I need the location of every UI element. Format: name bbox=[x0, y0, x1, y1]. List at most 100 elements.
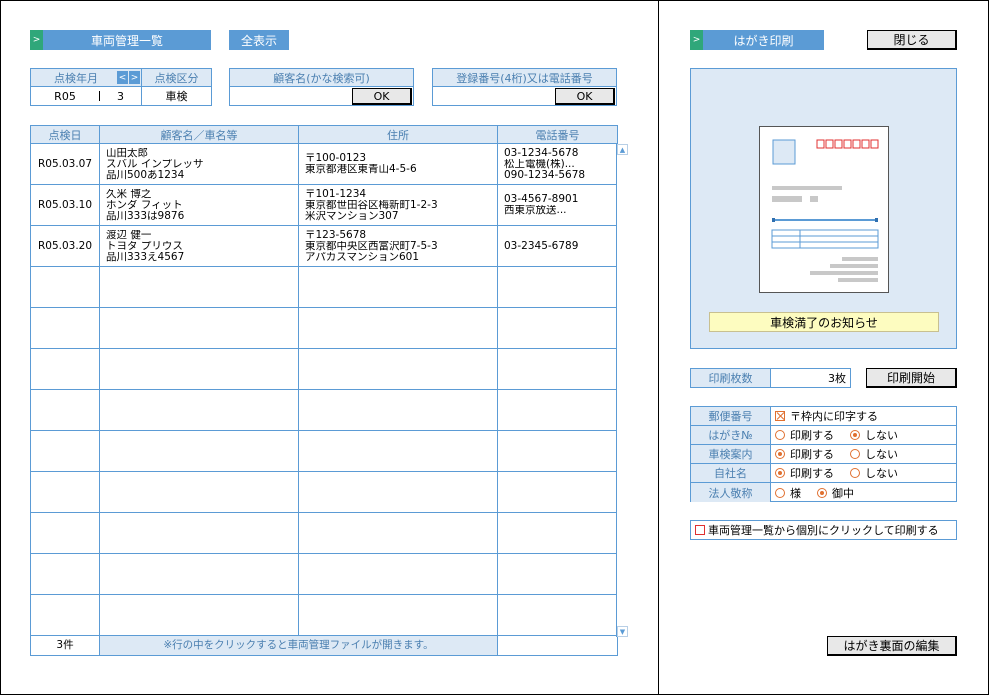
option-choice[interactable]: 御中 bbox=[832, 485, 854, 501]
empty-cell bbox=[30, 594, 100, 636]
option-choice[interactable]: 印刷する bbox=[790, 465, 834, 481]
registration-ok-button[interactable]: OK bbox=[555, 88, 615, 105]
empty-cell bbox=[497, 389, 618, 431]
table-row-empty[interactable] bbox=[30, 430, 618, 472]
era-value[interactable]: R05 bbox=[31, 87, 99, 105]
row-name-line: ホンダ フィット bbox=[106, 199, 183, 211]
empty-cell bbox=[497, 307, 618, 349]
registration-label: 登録番号(4桁)又は電話番号 bbox=[433, 69, 616, 87]
date-filter: 点検年月 < > 点検区分 R05 3 車検 bbox=[30, 68, 212, 106]
postcard-image bbox=[759, 126, 889, 293]
customer-ok-button[interactable]: OK bbox=[352, 88, 412, 105]
checkbox-icon[interactable] bbox=[695, 525, 705, 535]
table-row-empty[interactable] bbox=[30, 389, 618, 431]
row-name-line: 品川333は9876 bbox=[106, 210, 185, 222]
empty-cell bbox=[30, 389, 100, 431]
category-value[interactable]: 車検 bbox=[142, 87, 211, 105]
table-row-empty[interactable] bbox=[30, 512, 618, 554]
col-header-name: 顧客名／車名等 bbox=[99, 125, 299, 144]
empty-cell bbox=[30, 430, 100, 472]
radio-icon[interactable] bbox=[775, 430, 785, 440]
chevron-right-icon[interactable]: > bbox=[129, 71, 140, 84]
table-row[interactable]: R05.03.10 久米 博之 ホンダ フィット 品川333は9876 〒101-123… bbox=[30, 184, 618, 226]
option-choice[interactable]: 様 bbox=[790, 485, 801, 501]
col-header-address: 住所 bbox=[298, 125, 498, 144]
table-row-empty[interactable] bbox=[30, 348, 618, 390]
radio-icon[interactable] bbox=[850, 449, 860, 459]
vehicle-table: 点検日 顧客名／車名等 住所 電話番号 R05.03.07 山田太郎 スバル インプ… bbox=[30, 125, 618, 656]
row-name-line: 渡辺 健一 bbox=[106, 229, 152, 241]
table-row[interactable]: R05.03.20 渡辺 健一 トヨタ プリウス 品川333え4567 〒123-567… bbox=[30, 225, 618, 267]
close-button[interactable]: 閉じる bbox=[867, 30, 957, 50]
empty-cell bbox=[30, 512, 100, 554]
table-footer-row: 3件 ※行の中をクリックすると車両管理ファイルが開きます。 bbox=[30, 635, 618, 656]
col-header-date: 点検日 bbox=[30, 125, 100, 144]
row-phone-line: 03-4567-8901 bbox=[504, 194, 579, 205]
option-choice[interactable]: しない bbox=[865, 427, 898, 443]
month-value[interactable]: 3 bbox=[100, 87, 142, 105]
row-address-line: 東京都世田谷区梅新町1-2-3 bbox=[305, 199, 438, 211]
radio-icon[interactable] bbox=[775, 487, 785, 498]
radio-icon[interactable] bbox=[850, 430, 860, 440]
row-phone-line: 03-2345-6789 bbox=[504, 240, 579, 252]
edit-back-button[interactable]: はがき裏面の編集 bbox=[827, 636, 957, 656]
table-row-empty[interactable] bbox=[30, 266, 618, 308]
chevron-left-icon[interactable]: < bbox=[117, 71, 128, 84]
option-choice[interactable]: 印刷する bbox=[790, 446, 834, 462]
scroll-up-icon[interactable]: ▲ bbox=[617, 144, 628, 155]
option-choice[interactable]: しない bbox=[865, 465, 898, 481]
row-date: R05.03.07 bbox=[30, 143, 100, 185]
empty-cell bbox=[99, 430, 299, 472]
table-row-empty[interactable] bbox=[30, 471, 618, 513]
postcard-preview: 車検満了のお知らせ bbox=[690, 68, 957, 349]
row-phone-line: 03-1234-5678 bbox=[504, 147, 579, 159]
radio-icon[interactable] bbox=[775, 449, 785, 459]
radio-icon[interactable] bbox=[775, 468, 785, 478]
row-date: R05.03.10 bbox=[30, 184, 100, 226]
checkbox-icon[interactable] bbox=[775, 411, 785, 421]
option-values: 印刷する しない bbox=[771, 464, 956, 482]
print-start-button[interactable]: 印刷開始 bbox=[866, 368, 957, 388]
print-count-label: 印刷枚数 bbox=[691, 369, 771, 387]
print-title: はがき印刷 bbox=[703, 30, 824, 50]
empty-cell bbox=[99, 389, 299, 431]
table-row-empty[interactable] bbox=[30, 553, 618, 595]
row-address: 〒123-5678 東京都中央区西富沢町7-5-3 アパカスマンション601 bbox=[298, 225, 498, 267]
row-address: 〒101-1234 東京都世田谷区梅新町1-2-3 米沢マンション307 bbox=[298, 184, 498, 226]
empty-cell bbox=[497, 430, 618, 472]
option-label: はがき№ bbox=[691, 426, 771, 444]
radio-icon[interactable] bbox=[850, 468, 860, 478]
scroll-down-icon[interactable]: ▼ bbox=[617, 626, 628, 637]
row-name-line: 久米 博之 bbox=[106, 188, 152, 200]
record-count: 3件 bbox=[30, 635, 100, 656]
row-address-line: 〒123-5678 bbox=[305, 229, 367, 241]
empty-cell bbox=[30, 307, 100, 349]
list-title: 車両管理一覧 bbox=[43, 30, 211, 50]
row-name-line: トヨタ プリウス bbox=[106, 240, 183, 252]
option-choice[interactable]: しない bbox=[865, 446, 898, 462]
empty-cell bbox=[497, 512, 618, 554]
radio-icon[interactable] bbox=[817, 487, 827, 498]
option-label: 法人敬称 bbox=[691, 483, 771, 502]
table-scrollbar[interactable]: ▲ ▼ bbox=[616, 144, 628, 637]
empty-cell bbox=[497, 553, 618, 595]
col-header-phone: 電話番号 bbox=[497, 125, 618, 144]
option-choice[interactable]: 印刷する bbox=[790, 427, 834, 443]
row-name-line: スバル インプレッサ bbox=[106, 158, 204, 170]
row-phone: 03-2345-6789 bbox=[497, 225, 618, 267]
empty-cell bbox=[298, 471, 498, 513]
empty-cell bbox=[99, 348, 299, 390]
row-name-line: 山田太郎 bbox=[106, 147, 148, 159]
table-row[interactable]: R05.03.07 山田太郎 スバル インプレッサ 品川500あ1234 〒100-01… bbox=[30, 143, 618, 185]
show-all-button[interactable]: 全表示 bbox=[229, 30, 289, 50]
empty-cell bbox=[30, 553, 100, 595]
row-date: R05.03.20 bbox=[30, 225, 100, 267]
option-choice[interactable]: 〒枠内に印字する bbox=[790, 408, 878, 424]
row-name-line: 品川500あ1234 bbox=[106, 169, 185, 181]
notice-label: 車検満了のお知らせ bbox=[709, 312, 939, 332]
table-row-empty[interactable] bbox=[30, 594, 618, 636]
individual-print-option[interactable]: 車両管理一覧から個別にクリックして印刷する bbox=[690, 520, 957, 540]
print-count-box: 印刷枚数 3枚 bbox=[690, 368, 851, 388]
empty-cell bbox=[298, 266, 498, 308]
table-row-empty[interactable] bbox=[30, 307, 618, 349]
